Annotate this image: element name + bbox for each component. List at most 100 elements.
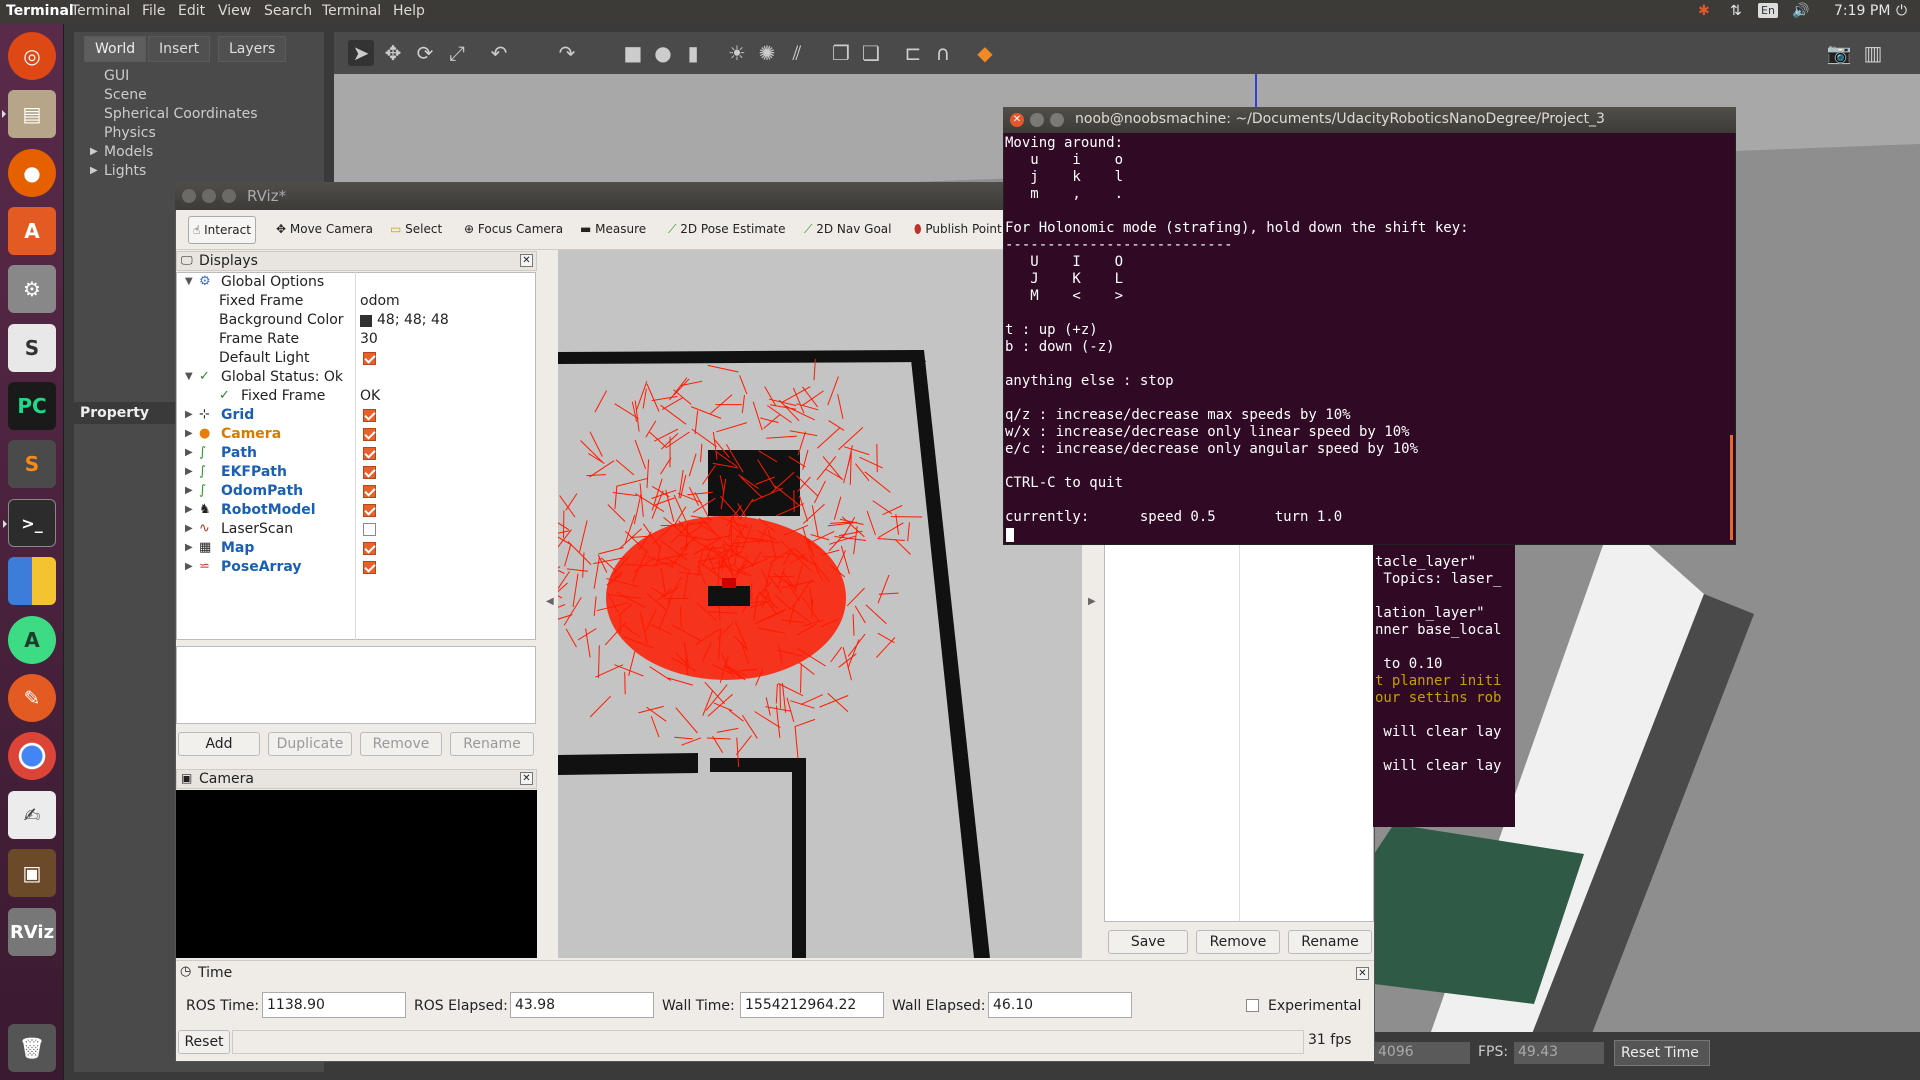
translate-icon[interactable]: ✥ [380,40,406,66]
rviz-maximize-icon[interactable] [222,189,236,203]
world-tree-lights[interactable]: ▶ Lights [90,163,146,179]
terminal-icon[interactable]: >_ [3,499,56,547]
fixed-frame-row[interactable]: Fixed Frame odom [177,292,535,311]
copy-icon[interactable]: ❐ [828,40,854,66]
menu-view[interactable]: View [218,3,251,19]
display-path-row[interactable]: ▶ ∫ Path [177,444,535,463]
point-light-icon[interactable]: ☀ [724,40,750,66]
virtualbox-icon[interactable]: ▣ [8,849,56,897]
wall-elapsed-field[interactable]: 46.10 [988,992,1132,1018]
undo-icon[interactable]: ↶ [486,40,512,66]
world-tree-physics[interactable]: Physics [104,125,156,141]
path-checkbox[interactable] [363,447,376,460]
robotmodel-checkbox[interactable] [363,504,376,517]
system-settings-icon[interactable]: ✱ [1698,3,1710,19]
display-robotmodel-row[interactable]: ▶ ♞ RobotModel [177,501,535,520]
redo-icon[interactable]: ↷ [554,40,580,66]
terminal-close-icon[interactable]: ✕ [1010,113,1024,127]
add-display-button[interactable]: Add [178,732,260,756]
tab-insert[interactable]: Insert [148,36,211,62]
measure-tool[interactable]: ▬ Measure [576,216,650,244]
select-mode-icon[interactable]: ➤ [348,40,374,66]
network-icon[interactable]: ⇅ [1730,3,1742,19]
chrome-icon[interactable] [8,732,56,780]
log-icon[interactable]: ▥ [1860,40,1886,66]
display-ekfpath-row[interactable]: ▶ ∫ EKFPath [177,463,535,482]
snap-icon[interactable]: ∩ [930,40,956,66]
software-center-icon[interactable]: A [8,207,56,255]
terminal-minimize-icon[interactable] [1030,113,1044,127]
world-tree-scene[interactable]: Scene [104,87,147,103]
display-camera-row[interactable]: ▶ ● Camera [177,425,535,444]
duplicate-display-button[interactable]: Duplicate [268,732,352,756]
workspaces-icon[interactable] [8,557,56,605]
collapse-left-icon[interactable]: ◀ [546,596,554,607]
time-close-icon[interactable]: ✕ [1356,967,1369,980]
change-view-icon[interactable]: ◆ [972,40,998,66]
display-odompath-row[interactable]: ▶ ∫ OdomPath [177,482,535,501]
publish-point-tool[interactable]: ⬮ Publish Point [910,216,1006,244]
scale-icon[interactable]: ⤢ [444,40,470,66]
tab-world[interactable]: World [84,36,147,62]
global-options-row[interactable]: ▼ ⚙ Global Options [177,273,535,292]
wall-time-field[interactable]: 1554212964.22 [740,992,884,1018]
save-view-button[interactable]: Save [1108,930,1188,954]
displays-close-icon[interactable]: ✕ [520,254,533,267]
ros-elapsed-field[interactable]: 43.98 [510,992,654,1018]
background-color-row[interactable]: Background Color 48; 48; 48 [177,311,535,330]
interact-tool[interactable]: ☝ Interact [188,216,256,244]
frame-rate-row[interactable]: Frame Rate 30 [177,330,535,349]
tab-layers[interactable]: Layers [218,36,287,62]
menu-terminal[interactable]: Terminal [71,3,130,19]
laserscan-checkbox[interactable] [363,523,376,536]
pycharm-icon[interactable]: PC [8,382,56,430]
text-editor-icon[interactable]: ✍ [8,791,56,839]
select-tool[interactable]: ▭ Select [386,216,446,244]
ros-time-field[interactable]: 1138.90 [262,992,406,1018]
rename-view-button[interactable]: Rename [1288,930,1372,954]
menu-file[interactable]: File [142,3,165,19]
cylinder-shape-icon[interactable]: ▮ [680,40,706,66]
world-tree-models[interactable]: ▶ Models [90,144,153,160]
reset-button[interactable]: Reset [178,1030,230,1054]
tree-column-divider[interactable] [355,272,356,640]
map-checkbox[interactable] [363,542,376,555]
default-light-row[interactable]: Default Light [177,349,535,368]
world-tree-spherical[interactable]: Spherical Coordinates [104,106,258,122]
camera-close-icon[interactable]: ✕ [520,772,533,785]
rename-display-button[interactable]: Rename [450,732,534,756]
screenshot-icon[interactable]: 📷 [1826,40,1852,66]
world-tree-gui[interactable]: GUI [104,68,129,84]
menu-search[interactable]: Search [264,3,312,19]
trash-icon[interactable]: 🗑 [8,1024,56,1072]
collapse-right-icon[interactable]: ▶ [1088,596,1096,607]
rviz-minimize-icon[interactable] [202,189,216,203]
move-camera-tool[interactable]: ✥ Move Camera [272,216,377,244]
display-grid-row[interactable]: ▶ ⊹ Grid [177,406,535,425]
keyboard-layout-indicator[interactable]: En [1758,3,1778,18]
box-shape-icon[interactable]: ■ [620,40,646,66]
ubuntu-logo-icon[interactable]: ◎ [8,32,56,80]
clock[interactable]: 7:19 PM [1834,3,1890,19]
align-icon[interactable]: ⊏ [900,40,926,66]
sublime-text-icon[interactable]: S [8,440,56,488]
remove-display-button[interactable]: Remove [360,732,442,756]
directional-light-icon[interactable]: ⫽ [784,40,810,66]
focus-camera-tool[interactable]: ⊕ Focus Camera [460,216,567,244]
power-icon[interactable]: ⏻ [1896,3,1907,19]
rotate-icon[interactable]: ⟳ [412,40,438,66]
global-status-row[interactable]: ▼ ✓ Global Status: Ok [177,368,535,387]
display-laserscan-row[interactable]: ▶ ∿ LaserScan [177,520,535,539]
rviz-close-icon[interactable] [182,189,196,203]
terminal-scrollbar[interactable] [1730,435,1733,540]
posearray-checkbox[interactable] [363,561,376,574]
display-posearray-row[interactable]: ▶ ⋍ PoseArray [177,558,535,577]
grid-checkbox[interactable] [363,409,376,422]
volume-icon[interactable]: 🔊 [1792,3,1809,19]
sublime-s-icon[interactable]: S [8,324,56,372]
ekfpath-checkbox[interactable] [363,466,376,479]
2d-nav-goal-tool[interactable]: ⟋ 2D Nav Goal [800,216,895,244]
paste-icon[interactable]: ❏ [858,40,884,66]
terminal-maximize-icon[interactable] [1050,113,1064,127]
default-light-checkbox[interactable] [363,352,376,365]
